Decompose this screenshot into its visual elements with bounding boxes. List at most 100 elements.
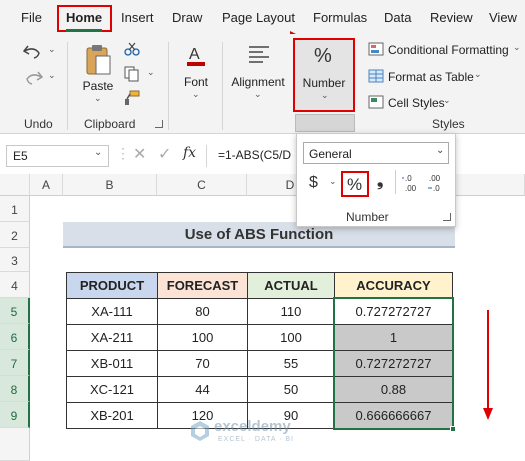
row-header-2[interactable]: 2 <box>0 222 30 248</box>
table-cell-selected[interactable]: 0.727272727 <box>334 350 453 377</box>
svg-text:.0: .0 <box>405 174 412 183</box>
format-as-table-icon[interactable] <box>368 69 384 83</box>
number-label: Number <box>302 76 346 90</box>
cut-icon[interactable] <box>124 42 140 56</box>
number-format-dropdown-icon: ⌄ <box>436 145 445 156</box>
row-header-6[interactable]: 6 <box>0 324 30 350</box>
table-cell-selected[interactable]: 0.666666667 <box>334 402 453 429</box>
copy-icon[interactable] <box>124 66 140 82</box>
table-cell[interactable]: 55 <box>247 350 335 377</box>
row-header-3[interactable]: 3 <box>0 248 30 272</box>
tab-insert[interactable]: Insert <box>121 10 154 25</box>
table-cell-active[interactable]: 0.727272727 <box>334 298 453 325</box>
number-launcher-icon[interactable] <box>443 213 451 221</box>
undo-dropdown-icon[interactable]: ⌄ <box>48 44 56 55</box>
undo-icon[interactable] <box>22 42 44 60</box>
header-product[interactable]: PRODUCT <box>66 272 158 299</box>
row-header-10[interactable] <box>0 428 30 461</box>
column-header-f[interactable] <box>454 174 525 196</box>
header-forecast[interactable]: FORECAST <box>157 272 248 299</box>
format-table-dropdown-icon[interactable]: ⌄ <box>474 69 482 80</box>
table-cell[interactable]: 50 <box>247 376 335 403</box>
cell-styles-label[interactable]: Cell Styles <box>388 96 445 110</box>
table-cell[interactable]: 100 <box>247 324 335 351</box>
undo-group-label: Undo <box>24 117 53 131</box>
tab-review[interactable]: Review <box>430 10 473 25</box>
table-cell[interactable]: XB-201 <box>66 402 158 429</box>
conditional-formatting-icon[interactable] <box>368 42 384 56</box>
font-icon[interactable]: A <box>185 42 207 68</box>
number-button[interactable]: % Number ⌄ <box>293 38 355 112</box>
increase-decimal-icon[interactable]: .0 .00 <box>401 172 421 194</box>
cell-styles-icon[interactable] <box>368 95 384 109</box>
number-format-popup: General ⌄ $ ⌄ % ❟ .0 .00 .00 .0 Number <box>296 133 456 227</box>
row-header-7[interactable]: 7 <box>0 350 30 376</box>
conditional-dropdown-icon[interactable]: ⌄ <box>513 42 521 53</box>
table-cell-selected[interactable]: 0.88 <box>334 376 453 403</box>
insert-function-icon[interactable]: fx <box>183 145 196 161</box>
tab-page-layout[interactable]: Page Layout <box>222 10 295 25</box>
alignment-icon[interactable] <box>248 44 270 64</box>
watermark-name: exceldemy <box>214 418 291 435</box>
row-header-4[interactable]: 4 <box>0 272 30 298</box>
select-all-corner[interactable] <box>0 174 30 196</box>
comma-style-icon[interactable]: ❟ <box>377 173 383 191</box>
tab-view[interactable]: View <box>489 10 517 25</box>
font-dropdown-icon[interactable]: ⌄ <box>192 89 200 100</box>
formula-text[interactable]: =1-ABS(C5/D <box>218 148 291 162</box>
cancel-icon[interactable]: ✕ <box>133 144 146 164</box>
column-header-b[interactable]: B <box>63 174 157 196</box>
name-box-dropdown-icon[interactable]: ⌄ <box>94 147 102 158</box>
decrease-decimal-icon[interactable]: .00 .0 <box>427 172 447 194</box>
font-label[interactable]: Font <box>180 75 212 89</box>
redo-dropdown-icon[interactable]: ⌄ <box>48 70 56 81</box>
row-header-9[interactable]: 9 <box>0 402 30 428</box>
paste-icon[interactable] <box>84 44 112 76</box>
number-group-label: Number <box>346 210 389 224</box>
column-header-a[interactable]: A <box>30 174 63 196</box>
enter-icon[interactable]: ✓ <box>158 144 171 164</box>
drag-handle-icon[interactable]: ⋮ <box>116 145 130 162</box>
table-cell[interactable]: XA-211 <box>66 324 158 351</box>
copy-dropdown-icon[interactable]: ⌄ <box>147 67 155 78</box>
alignment-label[interactable]: Alignment <box>228 75 288 89</box>
table-cell[interactable]: 110 <box>247 298 335 325</box>
table-cell[interactable]: 80 <box>157 298 248 325</box>
number-format-select[interactable]: General ⌄ <box>303 142 449 164</box>
alignment-dropdown-icon[interactable]: ⌄ <box>254 89 262 100</box>
styles-group-label: Styles <box>432 117 465 131</box>
currency-icon[interactable]: $ <box>309 174 318 192</box>
row-header-5[interactable]: 5 <box>0 298 30 324</box>
currency-dropdown-icon[interactable]: ⌄ <box>329 176 337 187</box>
tab-formulas[interactable]: Formulas <box>313 10 367 25</box>
row-header-1[interactable]: 1 <box>0 196 30 222</box>
percent-style-button[interactable]: % <box>341 171 369 197</box>
table-cell[interactable]: XB-011 <box>66 350 158 377</box>
table-cell[interactable]: 70 <box>157 350 248 377</box>
clipboard-launcher-icon[interactable] <box>155 120 163 128</box>
header-accuracy[interactable]: ACCURACY <box>334 272 453 299</box>
svg-text:.00: .00 <box>405 184 417 193</box>
redo-icon[interactable] <box>22 68 44 86</box>
tab-data[interactable]: Data <box>384 10 411 25</box>
clipboard-group-label: Clipboard <box>84 117 136 131</box>
column-header-c[interactable]: C <box>157 174 247 196</box>
header-actual[interactable]: ACTUAL <box>247 272 335 299</box>
tab-file[interactable]: File <box>21 10 42 25</box>
fill-handle[interactable] <box>450 426 456 432</box>
format-painter-icon[interactable] <box>124 90 140 106</box>
conditional-formatting-label[interactable]: Conditional Formatting <box>388 43 509 57</box>
format-as-table-label[interactable]: Format as Table <box>388 70 474 84</box>
table-cell[interactable]: XC-121 <box>66 376 158 403</box>
table-cell[interactable]: 44 <box>157 376 248 403</box>
paste-dropdown-icon[interactable]: ⌄ <box>94 93 102 104</box>
group-divider <box>168 42 169 130</box>
paste-label[interactable]: Paste <box>80 79 116 93</box>
table-cell[interactable]: 100 <box>157 324 248 351</box>
popup-divider <box>395 170 396 194</box>
cell-styles-dropdown-icon[interactable]: ⌄ <box>443 95 451 106</box>
tab-draw[interactable]: Draw <box>172 10 202 25</box>
table-cell-selected[interactable]: 1 <box>334 324 453 351</box>
table-cell[interactable]: XA-111 <box>66 298 158 325</box>
row-header-8[interactable]: 8 <box>0 376 30 402</box>
